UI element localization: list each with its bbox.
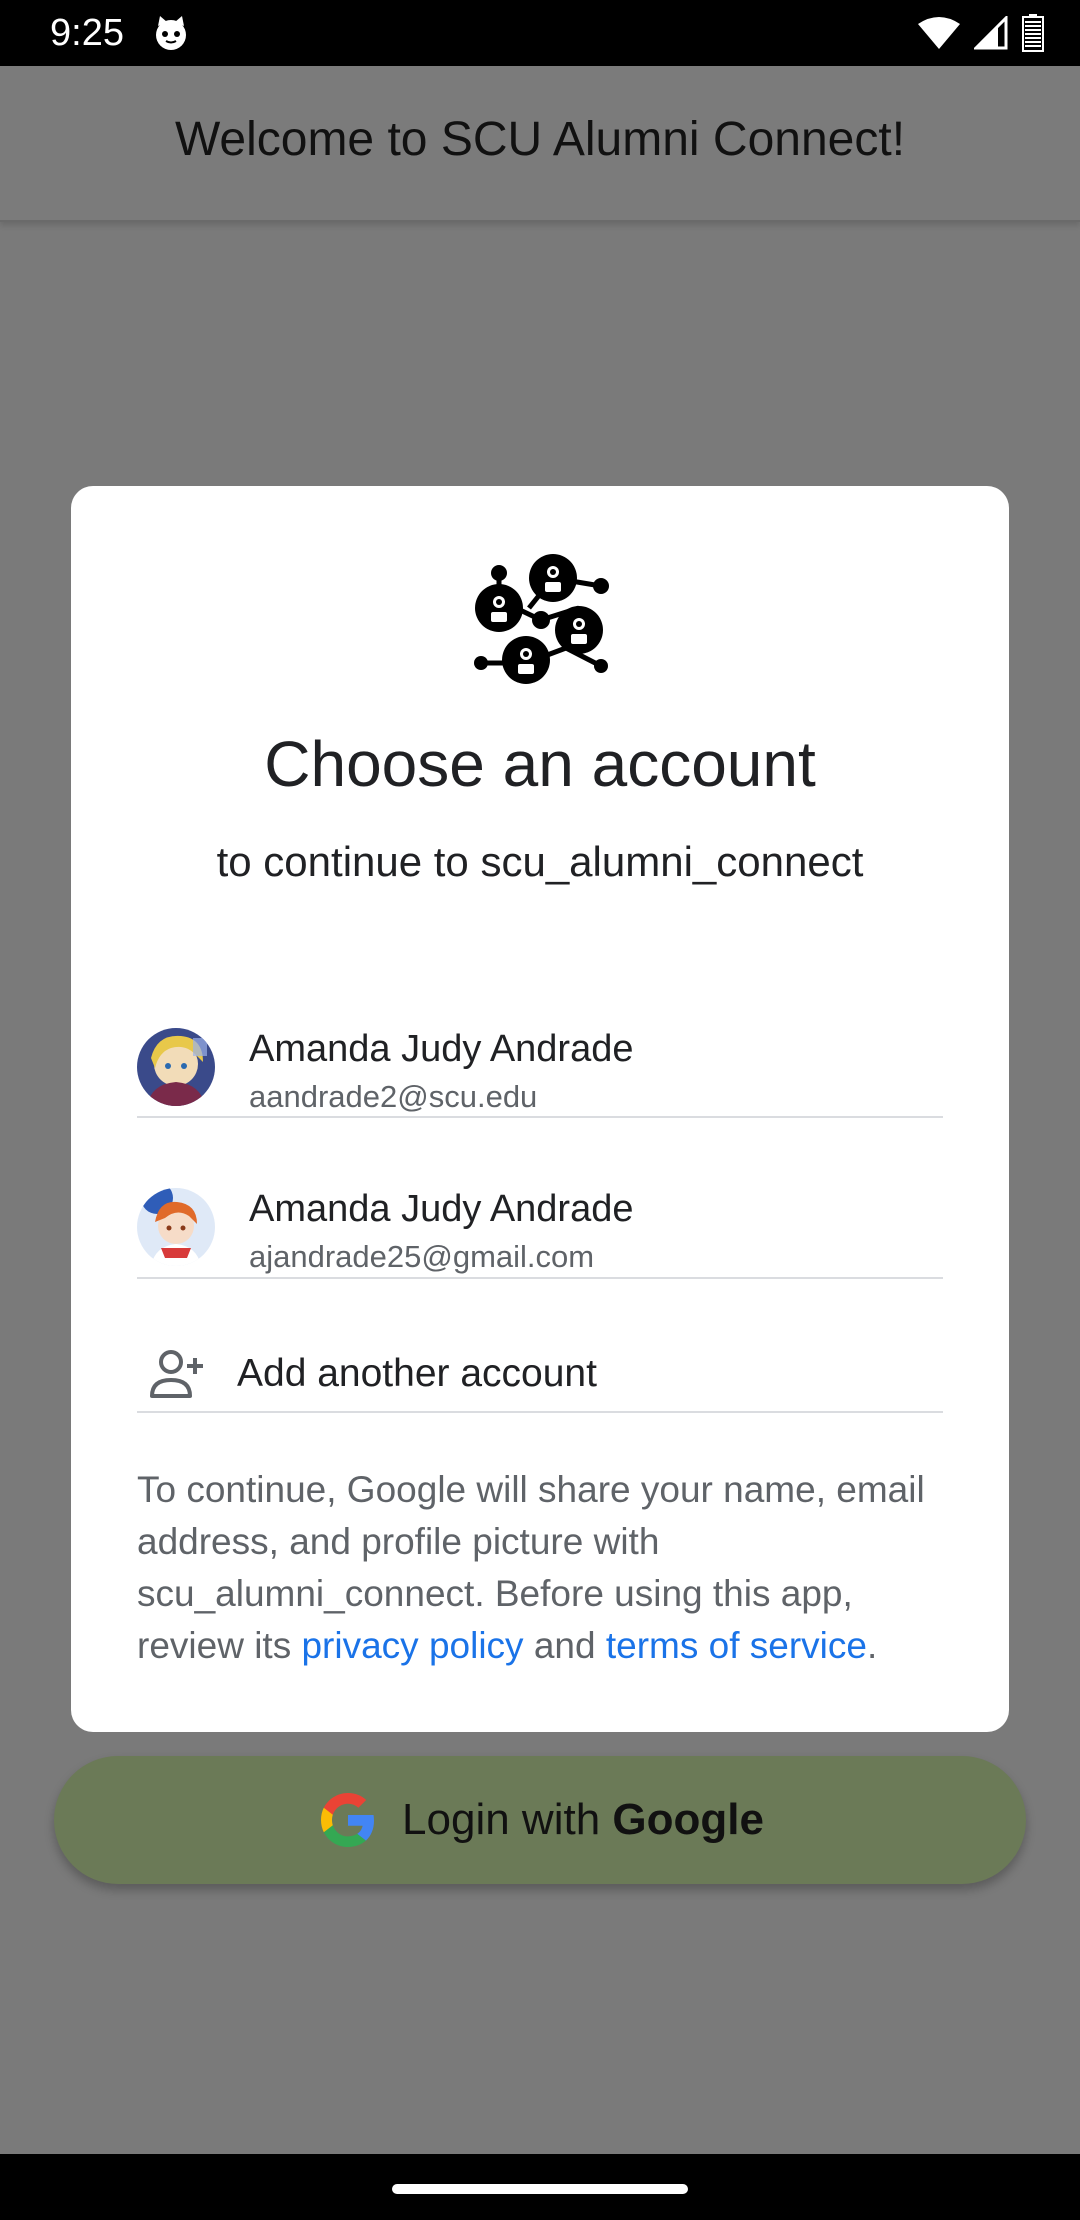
cat-notification-icon <box>156 16 186 50</box>
status-icons <box>918 14 1044 52</box>
battery-icon <box>1022 14 1044 52</box>
account-item[interactable]: Amanda Judy Andrade ajandrade25@gmail.co… <box>137 1148 943 1308</box>
network-people-icon <box>474 554 609 684</box>
account-item[interactable]: Amanda Judy Andrade aandrade2@scu.edu <box>137 988 943 1148</box>
page-title: Welcome to SCU Alumni Connect! <box>174 113 906 166</box>
terms-of-service-link[interactable]: terms of service <box>606 1625 867 1666</box>
avatar <box>137 1028 215 1106</box>
dialog-title: Choose an account <box>264 728 816 800</box>
navigation-bar <box>0 2154 1080 2220</box>
account-email: ajandrade25@gmail.com <box>249 1239 595 1274</box>
avatar <box>137 1188 215 1266</box>
login-button-label: Login with Google <box>402 1795 764 1844</box>
divider <box>137 1116 943 1118</box>
account-name: Amanda Judy Andrade <box>249 1028 634 1070</box>
privacy-policy-link[interactable]: privacy policy <box>301 1625 523 1666</box>
account-chooser-dialog: Choose an account to continue to scu_alu… <box>71 486 1009 1732</box>
person-add-icon <box>150 1350 203 1398</box>
wifi-icon <box>918 17 960 49</box>
account-email: aandrade2@scu.edu <box>249 1079 538 1114</box>
add-another-account-label: Add another account <box>237 1352 597 1395</box>
divider <box>137 1277 943 1279</box>
dialog-subtitle: to continue to scu_alumni_connect <box>216 838 864 885</box>
status-bar: 9:25 <box>0 0 1080 66</box>
divider <box>137 1411 943 1413</box>
status-time: 9:25 <box>50 12 124 54</box>
home-gesture-handle[interactable] <box>392 2184 688 2194</box>
login-with-google-button[interactable]: Login with Google <box>54 1756 1026 1884</box>
account-name: Amanda Judy Andrade <box>249 1188 634 1230</box>
app-bar: Welcome to SCU Alumni Connect! <box>0 66 1080 222</box>
signal-icon <box>974 16 1008 50</box>
google-g-icon <box>321 1793 375 1847</box>
consent-disclaimer: To continue, Google will share your name… <box>137 1469 925 1666</box>
add-another-account-button[interactable]: Add another account <box>137 1310 943 1440</box>
